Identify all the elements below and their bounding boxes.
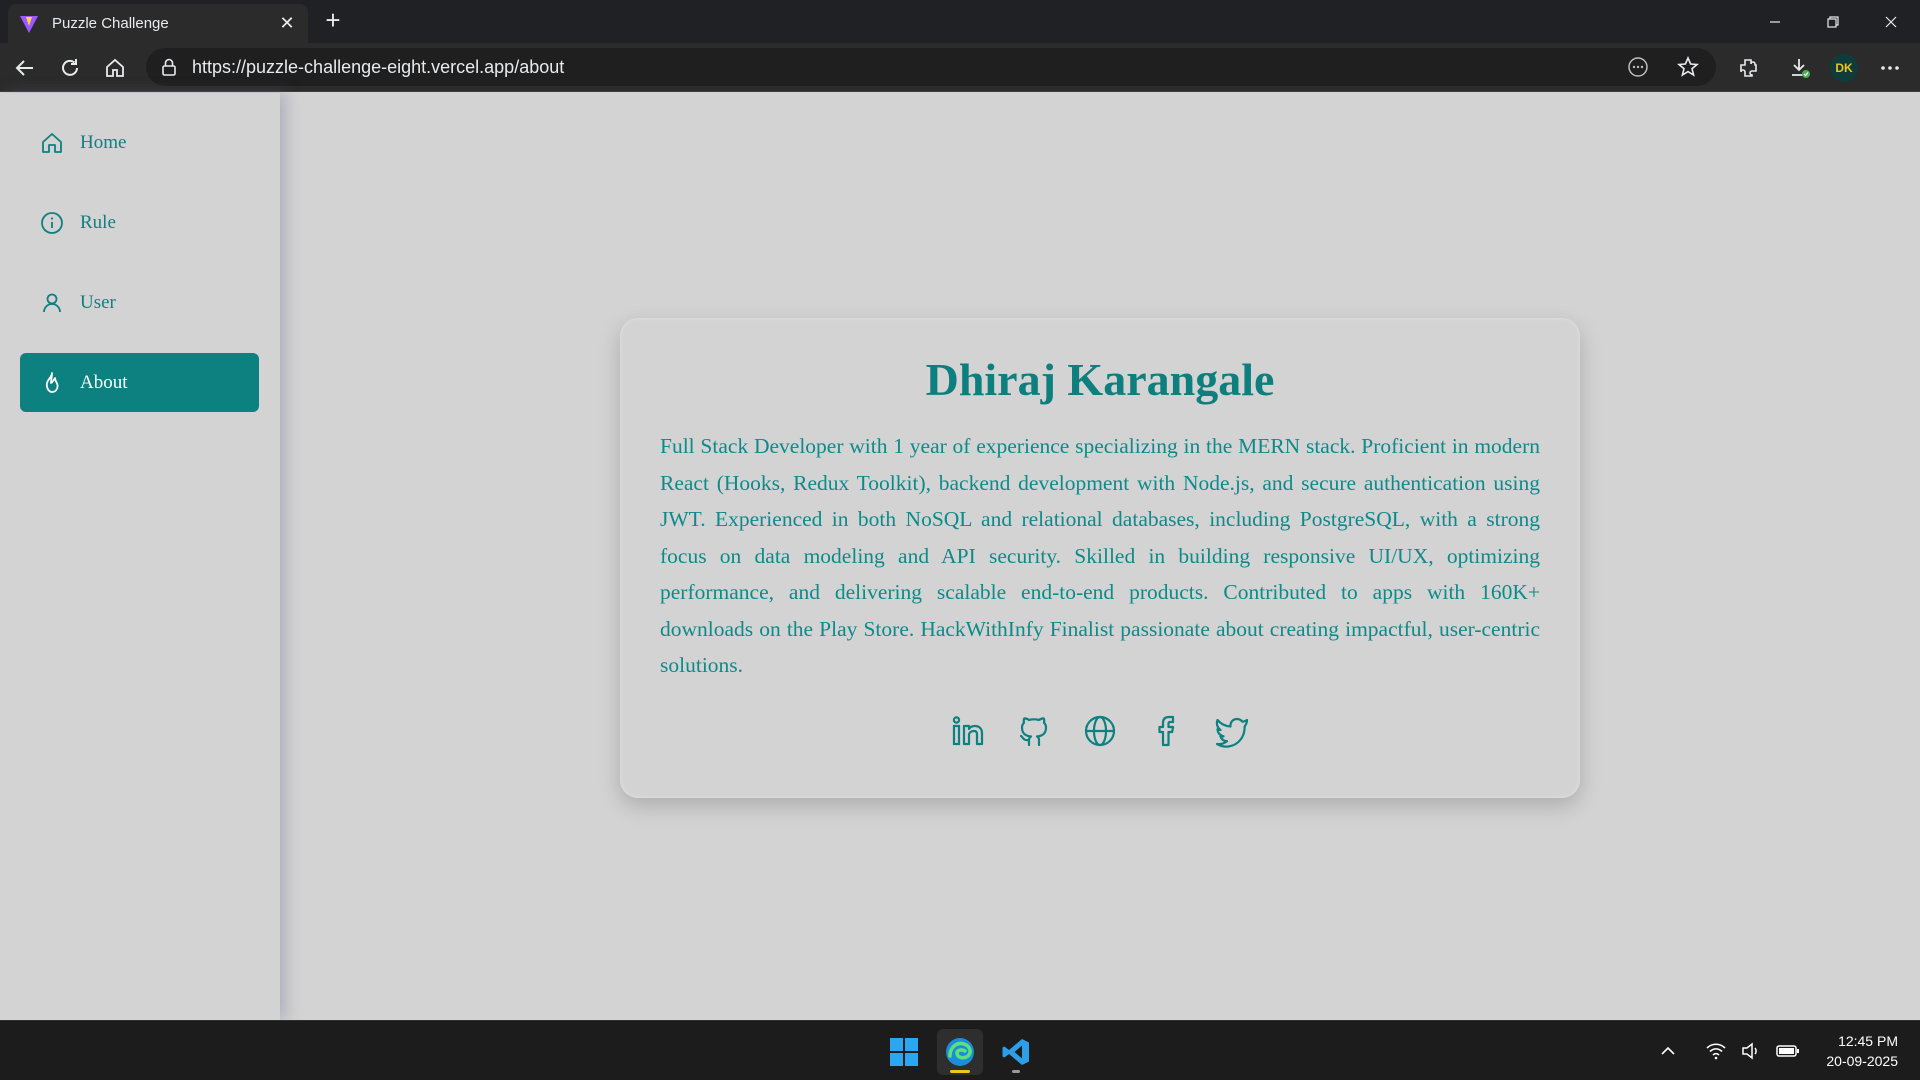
user-icon bbox=[40, 291, 64, 315]
globe-icon[interactable] bbox=[1082, 713, 1118, 749]
battery-icon[interactable] bbox=[1774, 1037, 1802, 1065]
extensions-icon[interactable] bbox=[1731, 51, 1765, 85]
vite-logo-icon bbox=[18, 13, 40, 35]
system-tray: 12:45 PM 20-09-2025 bbox=[1654, 1021, 1920, 1080]
minimize-button[interactable] bbox=[1746, 0, 1804, 43]
wifi-icon[interactable] bbox=[1702, 1037, 1730, 1065]
favorite-star-icon[interactable] bbox=[1672, 51, 1704, 83]
taskbar: 12:45 PM 20-09-2025 bbox=[0, 1020, 1920, 1080]
browser-tab[interactable]: Puzzle Challenge ✕ bbox=[8, 4, 308, 43]
home-icon bbox=[40, 131, 64, 155]
new-tab-button[interactable]: + bbox=[318, 6, 348, 36]
sidebar-item-label: Rule bbox=[80, 211, 116, 233]
running-indicator bbox=[1012, 1070, 1020, 1073]
back-button[interactable] bbox=[8, 51, 42, 85]
clock-time: 12:45 PM bbox=[1838, 1033, 1898, 1049]
social-links bbox=[620, 713, 1580, 749]
windows-start-icon[interactable] bbox=[881, 1029, 927, 1075]
sidebar-item-rule[interactable]: Rule bbox=[20, 193, 259, 252]
sidebar-item-label: Home bbox=[80, 131, 127, 153]
sidebar-item-home[interactable]: Home bbox=[20, 113, 259, 172]
system-clock[interactable]: 12:45 PM 20-09-2025 bbox=[1826, 1031, 1898, 1071]
profile-avatar[interactable]: DK bbox=[1828, 52, 1860, 84]
facebook-icon[interactable] bbox=[1148, 713, 1184, 749]
restore-button[interactable] bbox=[1804, 0, 1862, 43]
sidebar-item-about[interactable]: About bbox=[20, 353, 259, 412]
sidebar: Home Rule User About bbox=[0, 93, 280, 1020]
vscode-icon[interactable] bbox=[993, 1029, 1039, 1075]
twitter-icon[interactable] bbox=[1214, 713, 1250, 749]
active-indicator bbox=[950, 1070, 970, 1073]
address-bar[interactable]: https://puzzle-challenge-eight.vercel.ap… bbox=[146, 48, 1716, 86]
close-window-button[interactable] bbox=[1862, 0, 1920, 43]
edge-browser-icon[interactable] bbox=[937, 1029, 983, 1075]
browser-tab-bar: Puzzle Challenge ✕ + bbox=[0, 0, 1920, 43]
flame-icon bbox=[40, 371, 64, 395]
sidebar-item-label: User bbox=[80, 291, 116, 313]
volume-icon[interactable] bbox=[1738, 1037, 1766, 1065]
page-content: Home Rule User About Dhiraj Karangale Fu… bbox=[0, 93, 1920, 1020]
home-button[interactable] bbox=[98, 51, 132, 85]
tab-title: Puzzle Challenge bbox=[52, 15, 169, 32]
profile-card: Dhiraj Karangale Full Stack Developer wi… bbox=[620, 318, 1580, 798]
lock-icon[interactable] bbox=[158, 56, 180, 78]
reload-button[interactable] bbox=[53, 51, 87, 85]
browser-toolbar: https://puzzle-challenge-eight.vercel.ap… bbox=[0, 43, 1920, 92]
clock-date: 20-09-2025 bbox=[1826, 1053, 1898, 1069]
reader-mode-icon[interactable] bbox=[1622, 51, 1654, 83]
chevron-up-icon[interactable] bbox=[1654, 1037, 1682, 1065]
profile-bio: Full Stack Developer with 1 year of expe… bbox=[660, 434, 1540, 677]
info-icon bbox=[40, 211, 64, 235]
github-icon[interactable] bbox=[1016, 713, 1052, 749]
sidebar-item-label: About bbox=[80, 371, 128, 393]
url-text[interactable]: https://puzzle-challenge-eight.vercel.ap… bbox=[192, 57, 1622, 78]
profile-name: Dhiraj Karangale bbox=[925, 354, 1275, 405]
downloads-icon[interactable] bbox=[1783, 51, 1817, 85]
tab-close-icon[interactable]: ✕ bbox=[276, 13, 298, 34]
more-menu-icon[interactable] bbox=[1873, 51, 1907, 85]
sidebar-item-user[interactable]: User bbox=[20, 273, 259, 332]
window-controls bbox=[1746, 0, 1920, 43]
linkedin-icon[interactable] bbox=[950, 713, 986, 749]
